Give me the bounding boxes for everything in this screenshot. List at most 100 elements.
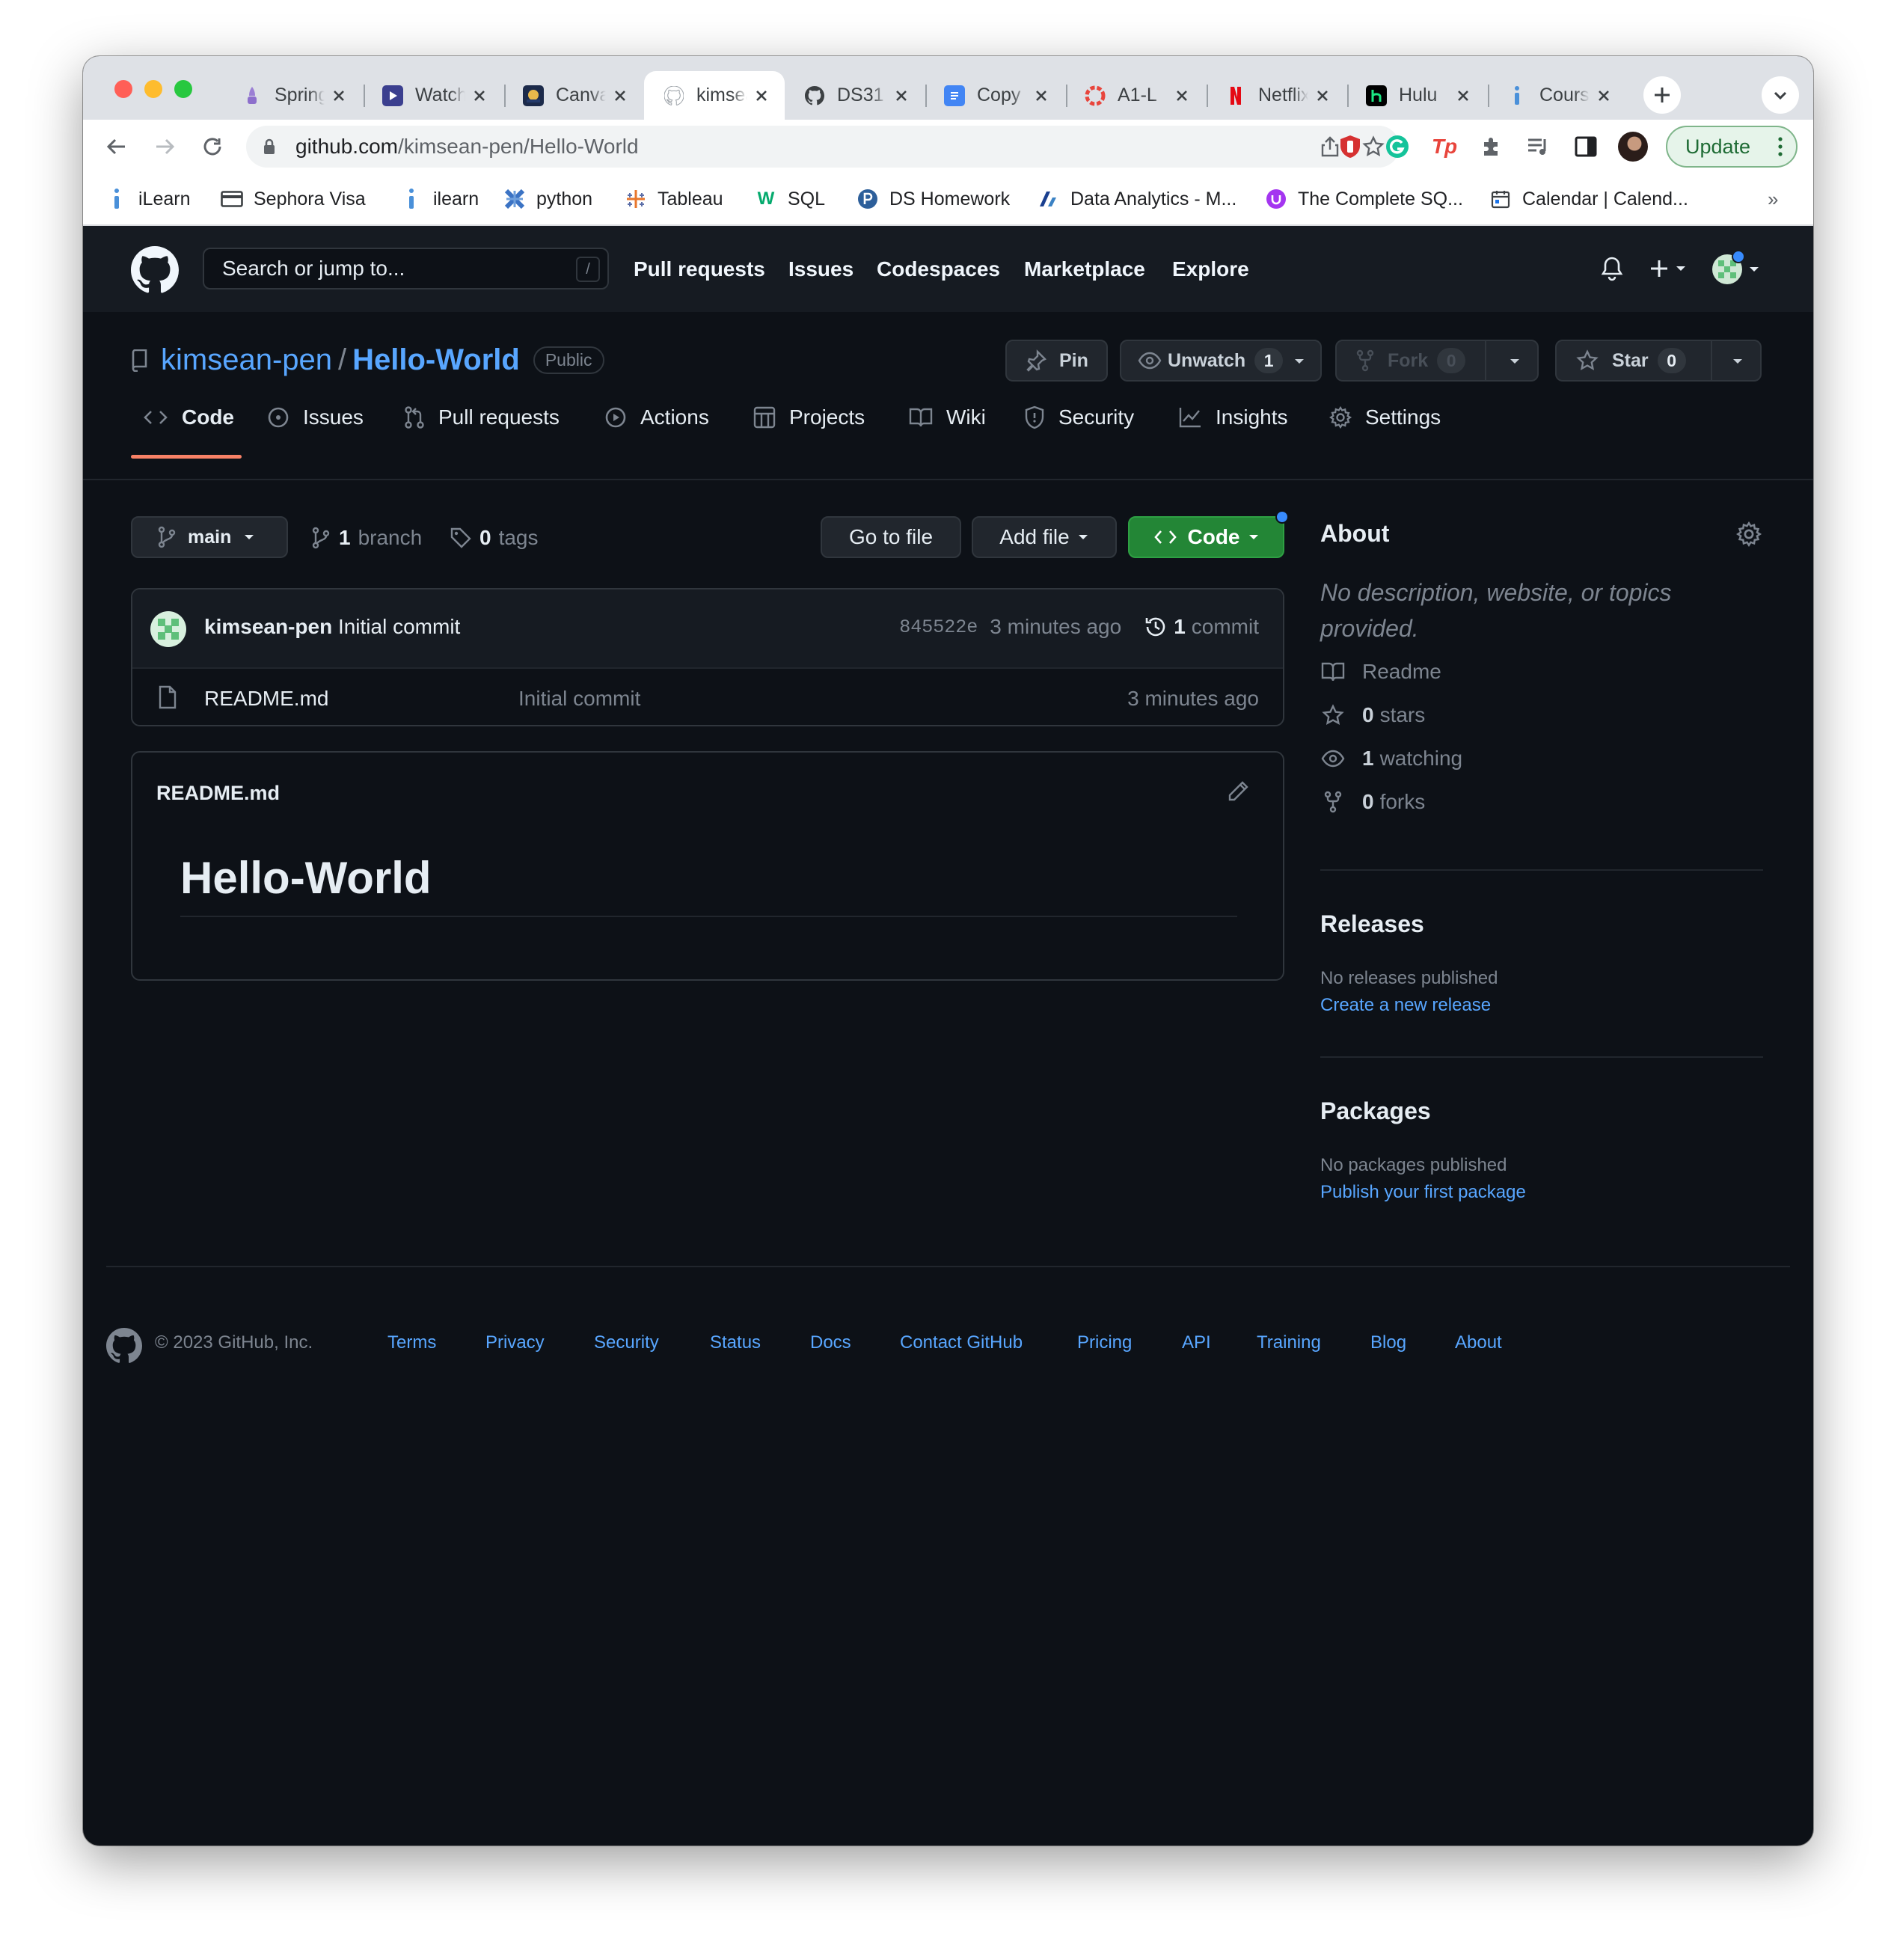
bookmark-item[interactable]: Calendar | Calend... (1489, 184, 1688, 214)
stars-link[interactable]: 0 stars (1320, 700, 1425, 730)
bookmark-item[interactable]: Data Analytics - M... (1038, 184, 1236, 214)
browser-tab-active[interactable]: kimsean-pen (644, 71, 785, 120)
star-button[interactable]: Star 0 (1555, 340, 1762, 382)
commit-sha-link[interactable]: 845522e (899, 616, 978, 638)
tab-code[interactable]: Code (143, 376, 234, 459)
browser-tab[interactable]: A1-L (1065, 71, 1205, 120)
new-tab-button[interactable] (1643, 76, 1681, 114)
browser-tab[interactable]: Copy (925, 71, 1064, 120)
tp-extension-icon[interactable]: Tp (1428, 130, 1461, 163)
grammarly-extension-icon[interactable] (1381, 130, 1414, 163)
browser-tab[interactable]: DS31 (785, 71, 925, 120)
bookmark-item[interactable]: python (503, 184, 592, 214)
forward-button[interactable] (148, 130, 181, 163)
packages-heading[interactable]: Packages (1320, 1097, 1431, 1125)
footer-link-training[interactable]: Training (1257, 1332, 1321, 1353)
footer-link-docs[interactable]: Docs (810, 1332, 851, 1353)
side-panel-icon[interactable] (1569, 130, 1602, 163)
back-button[interactable] (100, 130, 133, 163)
tab-projects[interactable]: Projects (753, 376, 865, 459)
bell-icon[interactable] (1600, 256, 1624, 281)
bookmark-item[interactable]: iLearn (105, 184, 191, 214)
bookmark-item[interactable]: The Complete SQ... (1265, 184, 1463, 214)
tab-pull-requests[interactable]: Pull requests (404, 376, 560, 459)
nav-explore[interactable]: Explore (1172, 226, 1249, 312)
reload-button[interactable] (196, 130, 229, 163)
footer-link-about[interactable]: About (1455, 1332, 1502, 1353)
nav-marketplace[interactable]: Marketplace (1024, 226, 1145, 312)
create-release-link[interactable]: Create a new release (1320, 995, 1491, 1016)
footer-link-terms[interactable]: Terms (387, 1332, 436, 1353)
browser-tab[interactable]: Watch (363, 71, 503, 120)
add-file-button[interactable]: Add file (972, 516, 1117, 558)
code-button[interactable]: Code (1128, 510, 1289, 558)
footer-link-security[interactable]: Security (594, 1332, 659, 1353)
nav-pull-requests[interactable]: Pull requests (634, 226, 765, 312)
close-tab-icon[interactable] (1032, 86, 1051, 105)
footer-link-blog[interactable]: Blog (1370, 1332, 1406, 1353)
tab-issues[interactable]: Issues (267, 376, 364, 459)
extensions-puzzle-icon[interactable] (1475, 130, 1508, 163)
tab-insights[interactable]: Insights (1178, 376, 1288, 459)
bookmark-item[interactable]: Sephora Visa (221, 184, 366, 214)
browser-tab[interactable]: Course (1487, 71, 1627, 120)
search-input[interactable]: Search or jump to... / (203, 248, 609, 290)
update-button[interactable]: Update (1666, 126, 1798, 168)
close-tab-icon[interactable] (1313, 86, 1332, 105)
close-tab-icon[interactable] (1594, 86, 1613, 105)
profile-avatar[interactable] (1616, 130, 1649, 163)
nav-issues[interactable]: Issues (788, 226, 854, 312)
tab-actions[interactable]: Actions (604, 376, 709, 459)
bookmark-item[interactable]: W SQL (755, 184, 825, 214)
file-name-link[interactable]: README.md (204, 687, 328, 711)
publish-package-link[interactable]: Publish your first package (1320, 1182, 1526, 1203)
commit-author-link[interactable]: kimsean-pen (204, 615, 332, 638)
browser-tab[interactable]: Hulu (1346, 71, 1486, 120)
repo-name-link[interactable]: Hello-World (352, 343, 520, 377)
footer-link-privacy[interactable]: Privacy (485, 1332, 545, 1353)
bookmark-item[interactable]: DS Homework (856, 184, 1010, 214)
media-control-icon[interactable] (1522, 130, 1555, 163)
close-tab-icon[interactable] (892, 86, 911, 105)
browser-tab[interactable]: Spring (222, 71, 362, 120)
file-commit-message[interactable]: Initial commit (518, 687, 640, 711)
nav-codespaces[interactable]: Codespaces (877, 226, 1000, 312)
zoom-window-button[interactable] (174, 80, 192, 98)
close-window-button[interactable] (114, 80, 132, 98)
close-tab-icon[interactable] (329, 86, 349, 105)
create-new-button[interactable] (1649, 259, 1687, 278)
user-menu-button[interactable] (1712, 250, 1760, 284)
minimize-window-button[interactable] (144, 80, 162, 98)
branches-link[interactable]: 1 branch (312, 523, 422, 553)
branch-select-button[interactable]: main (131, 516, 288, 558)
commit-message-link[interactable]: Initial commit (338, 615, 460, 638)
forks-link[interactable]: 0 forks (1320, 787, 1425, 817)
close-tab-icon[interactable] (1172, 86, 1192, 105)
readme-link[interactable]: Readme (1320, 657, 1441, 687)
bookmark-item[interactable]: ilearn (400, 184, 479, 214)
gear-icon[interactable] (1736, 521, 1762, 547)
browser-tab[interactable]: Netflix (1206, 71, 1346, 120)
close-tab-icon[interactable] (470, 86, 489, 105)
repo-owner-link[interactable]: kimsean-pen (161, 343, 332, 377)
ublock-extension-icon[interactable] (1334, 130, 1367, 163)
close-tab-icon[interactable] (752, 86, 771, 105)
address-bar[interactable]: github.com/kimsean-pen/Hello-World (246, 126, 1400, 168)
tab-search-button[interactable] (1762, 76, 1799, 114)
footer-link-pricing[interactable]: Pricing (1077, 1332, 1132, 1353)
table-row[interactable]: README.md Initial commit 3 minutes ago (132, 669, 1283, 725)
more-bookmarks-button[interactable]: » (1768, 184, 1778, 214)
tab-security[interactable]: Security (1024, 376, 1134, 459)
github-mark-icon[interactable] (106, 1328, 142, 1364)
releases-heading[interactable]: Releases (1320, 910, 1424, 938)
footer-link-api[interactable]: API (1182, 1332, 1211, 1353)
footer-link-contact[interactable]: Contact GitHub (900, 1332, 1023, 1353)
pencil-icon[interactable] (1226, 780, 1250, 803)
go-to-file-button[interactable]: Go to file (821, 516, 961, 558)
tab-settings[interactable]: Settings (1329, 376, 1441, 459)
github-logo-icon[interactable] (131, 246, 179, 294)
browser-tab[interactable]: Canvas (503, 71, 643, 120)
close-tab-icon[interactable] (1453, 86, 1473, 105)
watchers-link[interactable]: 1 watching (1320, 744, 1462, 774)
tags-link[interactable]: 0 tags (450, 523, 539, 553)
